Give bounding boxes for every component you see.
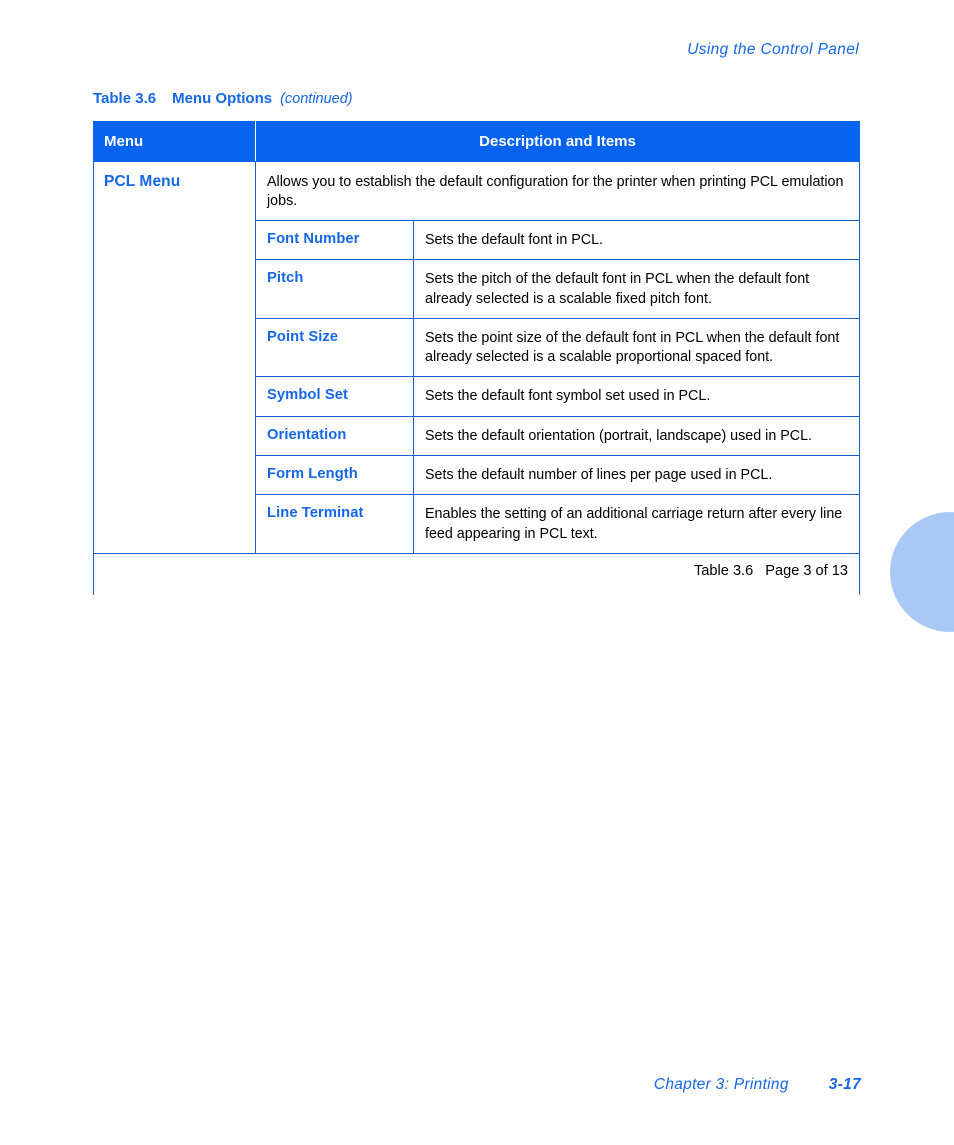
table-row: PCL Menu Allows you to establish the def… [93,161,861,554]
item-name: Font Number [255,219,414,261]
item-name: Point Size [255,317,414,378]
running-header: Using the Control Panel [687,41,859,58]
item-description: Sets the default font in PCL. [412,219,861,261]
table-footer: Table 3.6 Page 3 of 13 [92,552,861,595]
table-header-row: Menu Description and Items [93,121,861,162]
edge-thumb-tab-marker [890,512,954,632]
page-footer-chapter: Chapter 3: Printing [653,1076,789,1093]
item-name: Orientation [255,415,414,457]
page-footer: Chapter 3: Printing 3-17 [0,1076,861,1094]
column-header-menu: Menu [93,121,256,162]
table-footer-label: Table 3.6 [694,562,754,579]
item-name: Pitch [255,259,414,319]
item-description: Sets the default orientation (portrait, … [412,415,861,457]
table-caption: Table 3.6 Menu Options (continued) [93,90,353,107]
table-caption-title: Menu Options [172,90,273,107]
table-footer-row: Table 3.6 Page 3 of 13 [92,552,861,595]
item-name: Line Terminat [255,494,414,554]
item-name: Symbol Set [255,376,414,417]
table-caption-label: Table 3.6 [93,90,157,107]
table-footer-page: Page 3 of 13 [765,562,849,579]
column-header-description: Description and Items [254,121,861,162]
menu-group-cell: PCL Menu [93,161,256,554]
item-description: Sets the default font symbol set used in… [412,376,861,417]
item-description: Sets the pitch of the default font in PC… [412,259,861,319]
menu-group-name: PCL Menu [104,173,181,190]
item-description: Sets the point size of the default font … [412,317,861,378]
item-description: Sets the default number of lines per pag… [412,455,861,496]
table-caption-continued: (continued) [280,91,353,107]
menu-group-intro: Allows you to establish the default conf… [254,161,861,221]
item-description: Enables the setting of an additional car… [412,494,861,554]
item-name: Form Length [255,455,414,496]
page-footer-folio: 3-17 [828,1076,861,1093]
menu-options-table: Menu Description and Items PCL Menu Allo… [92,121,861,595]
